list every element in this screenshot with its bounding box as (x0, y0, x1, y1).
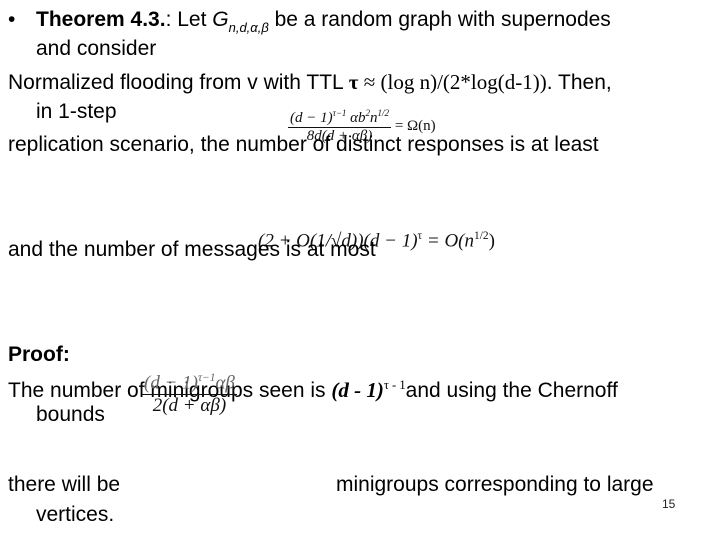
graph-symbol: G (212, 8, 229, 31)
messages-line: and the number of messages is at most (8, 238, 376, 261)
conclusion-line-2: vertices. (36, 503, 115, 526)
proof-line: The number of minigroups seen is (d - 1)… (8, 373, 618, 403)
conclusion-left: there will be (8, 473, 121, 496)
proof-suffix: and using the Chernoff (405, 379, 618, 402)
flooding-line-2: in 1-step (36, 100, 117, 123)
flooding-prefix: Normalized flooding from v with TTL (8, 71, 349, 94)
theorem-label: Theorem 4.3. (36, 8, 166, 31)
flooding-line: Normalized flooding from v with TTL τ ≈ … (8, 70, 612, 95)
page-number: 15 (662, 497, 676, 511)
proof-label: Proof: (8, 343, 70, 366)
responses-rhs: = Ω(n) (394, 117, 436, 134)
graph-subscript: n,d,α,β (228, 20, 269, 35)
messages-rhs-close: ) (488, 230, 495, 252)
theorem-let: : Let (165, 8, 213, 31)
theorem-line: Theorem 4.3.: Let Gn,d,α,β be a random g… (36, 8, 611, 40)
proof-expression: (d - 1) (331, 378, 384, 402)
proof-expression-exp: τ - 1 (383, 378, 406, 392)
messages-rhs: = O(n (426, 230, 474, 252)
chernoff-numerator: (d − 1)τ−1αβ (142, 372, 237, 396)
conclusion-right: minigroups corresponding to large (336, 473, 654, 496)
chernoff-fraction: (d − 1)τ−1αβ 2(d + αβ) (142, 372, 237, 417)
formula-chernoff: (d − 1)τ−1αβ 2(d + αβ) (142, 372, 237, 417)
chernoff-denominator: 2(d + αβ) (152, 395, 227, 417)
ttl-formula: ≈ (log n)/(2*log(d-1)) (358, 70, 547, 94)
responses-numerator: (d − 1)τ−1 αb2n1/2 (288, 108, 392, 128)
proof-line-2: bounds (36, 403, 105, 426)
messages-left-exp: τ (417, 230, 423, 242)
theorem-rest: be a random graph with supernodes (268, 8, 611, 31)
messages-rhs-exp: 1/2 (474, 230, 489, 242)
theorem-line-2: and consider (36, 37, 157, 60)
replication-line: replication scenario, the number of dist… (8, 133, 599, 156)
flooding-suffix: . Then, (546, 71, 612, 94)
bullet-icon: • (8, 8, 16, 31)
